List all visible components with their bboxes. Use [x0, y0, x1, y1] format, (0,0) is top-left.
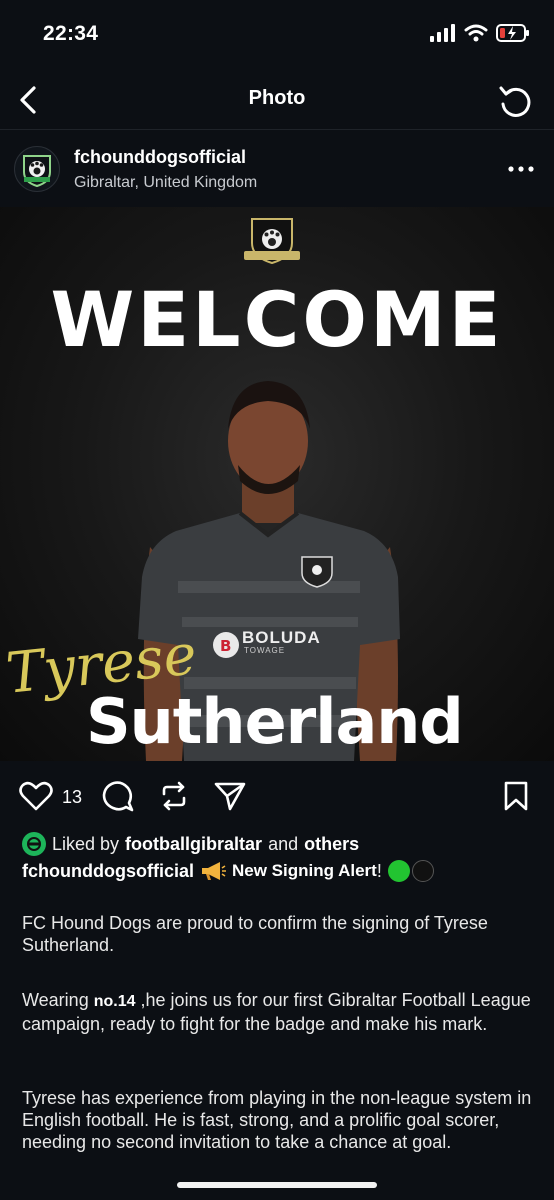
- status-time: 22:34: [43, 22, 99, 45]
- more-icon: [508, 166, 534, 172]
- post-actions: 13: [0, 770, 554, 822]
- liked-by-joiner: and: [268, 833, 299, 854]
- liked-by-prefix: Liked by: [52, 833, 120, 854]
- liked-by-avatar-icon: [27, 837, 41, 851]
- post-location[interactable]: Gibraltar, United Kingdom: [74, 174, 257, 192]
- caption-p2-number: no.14: [93, 993, 136, 1010]
- share-button[interactable]: [212, 778, 248, 814]
- caption-author[interactable]: fchounddogsofficial: [22, 861, 194, 882]
- nav-bar: Photo: [0, 70, 554, 130]
- svg-text:B: B: [220, 637, 231, 655]
- comment-icon: [102, 781, 134, 812]
- caption-paragraph-2: Wearing no.14 ,he joins us for our first…: [22, 989, 532, 1035]
- sponsor-sub: TOWAGE: [244, 646, 286, 655]
- status-icons: [430, 24, 530, 42]
- image-crest: [244, 218, 300, 265]
- bookmark-button[interactable]: [498, 778, 534, 814]
- comment-button[interactable]: [100, 778, 136, 814]
- like-button[interactable]: [18, 778, 54, 814]
- signal-icon: [430, 24, 455, 42]
- refresh-button[interactable]: [494, 80, 536, 122]
- caption-headline-text: New Signing Alert: [231, 861, 377, 880]
- black-circle-icon: [411, 860, 434, 882]
- liked-by-line[interactable]: Liked by footballgibraltar and others: [22, 832, 359, 856]
- caption-headline: fchounddogsofficial New Signing Alert!: [22, 860, 434, 882]
- home-indicator[interactable]: [177, 1182, 377, 1188]
- more-options-button[interactable]: [506, 157, 536, 181]
- caption-paragraph-3: Tyrese has experience from playing in th…: [22, 1088, 532, 1152]
- page-title: Photo: [248, 87, 306, 109]
- wifi-icon: [464, 24, 488, 42]
- avatar[interactable]: [14, 146, 60, 192]
- post-username[interactable]: fchounddogsofficial: [74, 147, 246, 168]
- repost-button[interactable]: [156, 778, 192, 814]
- bookmark-icon: [504, 781, 528, 811]
- hound-dogs-crest-icon: [23, 155, 51, 188]
- repost-icon: [162, 781, 186, 811]
- battery-icon: [496, 24, 529, 42]
- post-header: fchounddogsofficial Gibraltar, United Ki…: [0, 131, 554, 207]
- caption-paragraph-1: FC Hound Dogs are proud to confirm the s…: [22, 913, 488, 955]
- status-bar: 22:34: [0, 0, 554, 70]
- player-last-name: Sutherland: [86, 685, 464, 758]
- liked-by-avatar: [22, 832, 46, 856]
- liked-by-others[interactable]: others: [304, 834, 359, 855]
- caption-exclaim: !: [376, 860, 382, 881]
- post-image[interactable]: WELCOME B BOLUDA TOWAGE Tyrese Sutherlan…: [0, 207, 554, 761]
- heart-icon: [19, 781, 53, 811]
- share-icon: [214, 782, 246, 811]
- caption-p2-before: Wearing: [22, 990, 89, 1010]
- green-circle-icon: [387, 860, 410, 882]
- like-count[interactable]: 13: [62, 787, 82, 808]
- refresh-icon: [499, 86, 531, 117]
- liked-by-user[interactable]: footballgibraltar: [125, 834, 262, 855]
- megaphone-icon: [201, 862, 226, 880]
- sponsor-name: BOLUDA: [242, 628, 321, 647]
- welcome-headline: WELCOME: [50, 275, 504, 364]
